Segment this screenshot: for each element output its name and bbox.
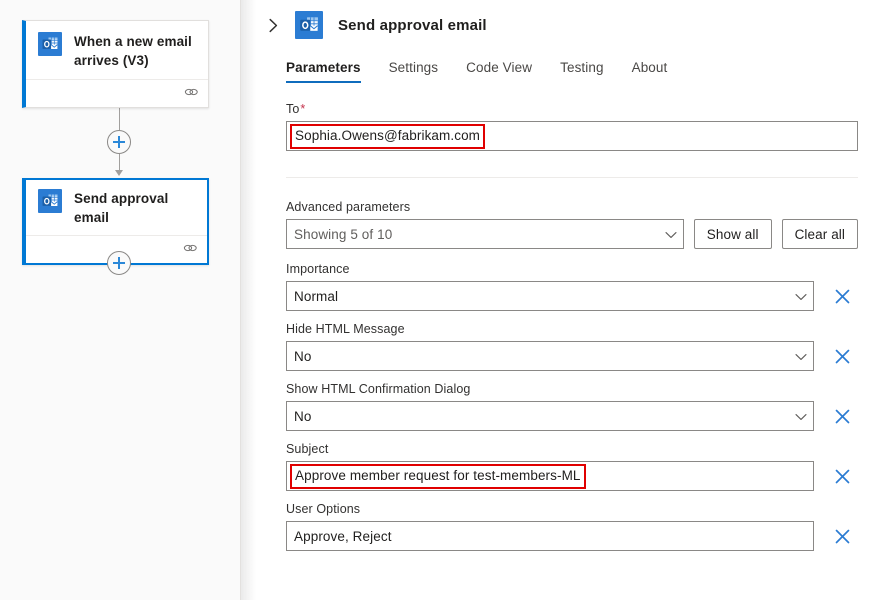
advanced-parameters-row: Showing 5 of 10 Show all Clear all <box>286 219 858 249</box>
subject-input-value: Approve member request for test-members-… <box>290 464 586 489</box>
outlook-icon <box>295 11 323 39</box>
to-input[interactable]: Sophia.Owens@fabrikam.com <box>286 121 858 151</box>
outlook-icon <box>38 32 62 56</box>
panel-tabs: Parameters Settings Code View Testing Ab… <box>256 53 870 83</box>
user-options-input[interactable]: Approve, Reject <box>286 521 814 551</box>
page-title: Send approval email <box>338 17 487 34</box>
tab-settings[interactable]: Settings <box>389 60 439 83</box>
flow-node-footer <box>26 79 208 107</box>
clear-importance-button[interactable] <box>828 282 856 310</box>
show-html-confirmation-dialog-select[interactable]: No <box>286 401 814 431</box>
parameters-form: To* Sophia.Owens@fabrikam.com Advanced p… <box>256 83 870 551</box>
user-options-value: Approve, Reject <box>294 529 807 544</box>
subject-label: Subject <box>286 442 858 456</box>
user-options-label: User Options <box>286 502 858 516</box>
section-divider <box>286 177 858 178</box>
clear-all-button[interactable]: Clear all <box>782 219 858 249</box>
show-html-confirmation-dialog-label: Show HTML Confirmation Dialog <box>286 382 858 396</box>
flow-canvas[interactable]: When a new email arrives (V3) <box>0 0 240 600</box>
tab-parameters[interactable]: Parameters <box>286 60 361 83</box>
advanced-parameters-select[interactable]: Showing 5 of 10 <box>286 219 684 249</box>
to-input-value: Sophia.Owens@fabrikam.com <box>290 124 485 149</box>
importance-label: Importance <box>286 262 858 276</box>
connector-arrow <box>115 170 123 176</box>
panel-shadow <box>240 0 256 600</box>
hide-html-message-select[interactable]: No <box>286 341 814 371</box>
clear-subject-button[interactable] <box>828 462 856 490</box>
to-field-row: Sophia.Owens@fabrikam.com <box>286 121 858 151</box>
importance-row: Normal <box>286 281 858 311</box>
subject-input[interactable]: Approve member request for test-members-… <box>286 461 814 491</box>
hide-html-message-row: No <box>286 341 858 371</box>
panel-edge <box>240 0 241 600</box>
flow-designer-screen: When a new email arrives (V3) <box>0 0 870 600</box>
chevron-down-icon <box>795 349 807 364</box>
to-label-text: To <box>286 102 299 116</box>
flow-node-title: When a new email arrives (V3) <box>74 32 198 70</box>
tab-code-view[interactable]: Code View <box>466 60 532 83</box>
flow-node-header: When a new email arrives (V3) <box>26 21 208 79</box>
flow-node-title: Send approval email <box>74 189 197 227</box>
clear-hide-html-message-button[interactable] <box>828 342 856 370</box>
to-field-label: To* <box>286 102 858 116</box>
required-marker: * <box>300 102 305 116</box>
hide-html-message-value: No <box>294 349 789 364</box>
flow-node-header: Send approval email <box>26 180 207 235</box>
importance-value: Normal <box>294 289 789 304</box>
advanced-parameters-value: Showing 5 of 10 <box>294 227 659 242</box>
chevron-down-icon <box>795 289 807 304</box>
clear-show-html-confirmation-dialog-button[interactable] <box>828 402 856 430</box>
connector-line-top <box>119 108 120 130</box>
panel-header: Send approval email <box>256 0 870 38</box>
tab-about[interactable]: About <box>632 60 668 83</box>
show-all-button[interactable]: Show all <box>694 219 772 249</box>
chevron-down-icon <box>665 227 677 242</box>
hide-html-message-label: Hide HTML Message <box>286 322 858 336</box>
tab-testing[interactable]: Testing <box>560 60 603 83</box>
show-html-confirmation-dialog-row: No <box>286 401 858 431</box>
show-html-confirmation-dialog-value: No <box>294 409 789 424</box>
subject-row: Approve member request for test-members-… <box>286 461 858 491</box>
insert-step-end-button[interactable] <box>107 251 131 275</box>
importance-select[interactable]: Normal <box>286 281 814 311</box>
link-icon[interactable] <box>184 86 199 101</box>
action-details-panel: Send approval email Parameters Settings … <box>256 0 870 600</box>
user-options-row: Approve, Reject <box>286 521 858 551</box>
outlook-icon <box>38 189 62 213</box>
chevron-right-icon[interactable] <box>260 12 286 38</box>
clear-user-options-button[interactable] <box>828 522 856 550</box>
link-icon[interactable] <box>183 242 198 257</box>
advanced-parameters-label: Advanced parameters <box>286 200 858 214</box>
flow-node-trigger[interactable]: When a new email arrives (V3) <box>22 20 209 108</box>
chevron-down-icon <box>795 409 807 424</box>
insert-step-between-button[interactable] <box>107 130 131 154</box>
